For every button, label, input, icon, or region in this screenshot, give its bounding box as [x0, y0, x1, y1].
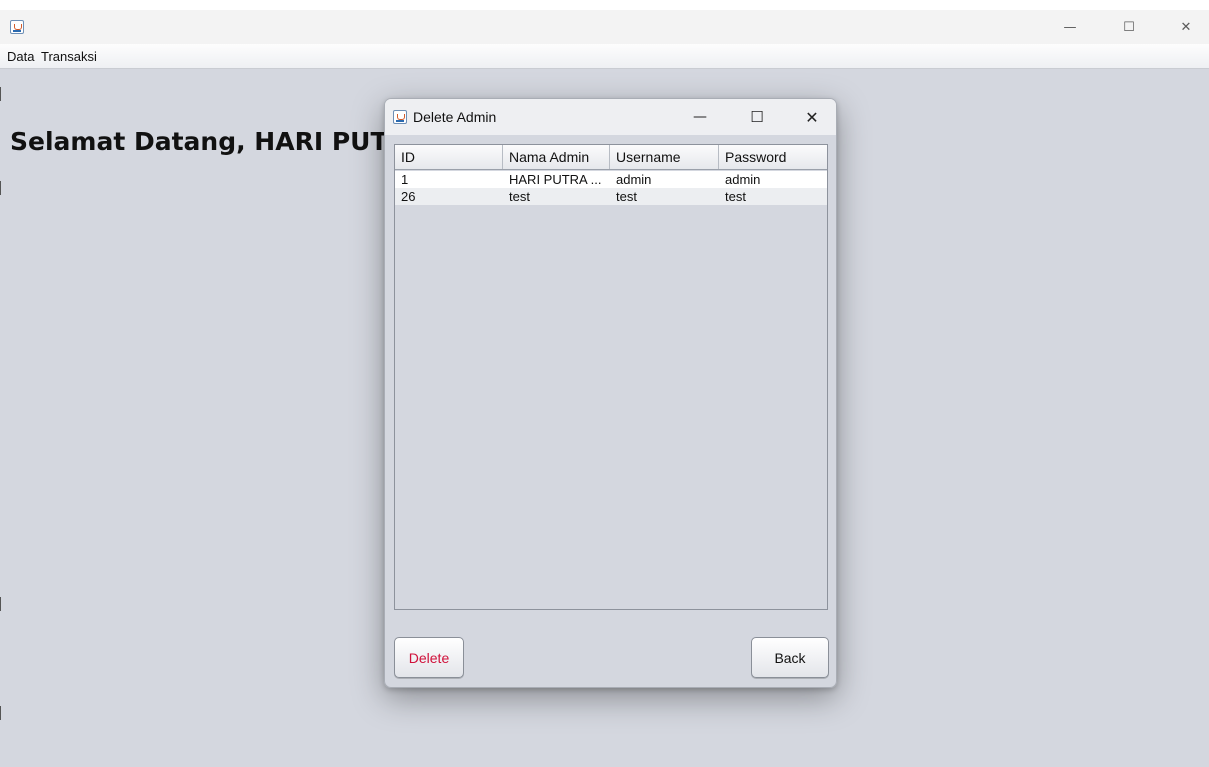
delete-button[interactable]: Delete: [394, 637, 464, 678]
column-header-username[interactable]: Username: [610, 145, 719, 169]
table-row[interactable]: 26 test test test: [395, 188, 827, 205]
cell-username: admin: [616, 172, 652, 187]
dialog-minimize-icon[interactable]: —: [680, 99, 720, 135]
dialog-close-icon[interactable]: ✕: [792, 99, 832, 135]
dialog-titlebar[interactable]: Delete Admin — ☐ ✕: [385, 99, 836, 135]
main-window-titlebar: — ☐ ✕: [0, 10, 1209, 44]
edge-marker: [0, 87, 1, 101]
cell-id: 1: [401, 172, 409, 187]
java-app-icon: [10, 20, 24, 34]
menu-transaksi[interactable]: Transaksi: [41, 49, 97, 64]
delete-admin-dialog: Delete Admin — ☐ ✕ ID Nama Admin Usernam…: [384, 98, 837, 688]
cell-password: test: [725, 189, 746, 204]
maximize-icon[interactable]: ☐: [1106, 10, 1152, 44]
java-app-icon: [393, 110, 407, 124]
edge-marker: [0, 706, 1, 720]
cell-password: admin: [725, 172, 761, 187]
welcome-heading: Selamat Datang, HARI PUTRA: [10, 127, 427, 156]
dialog-title: Delete Admin: [413, 109, 497, 125]
close-icon[interactable]: ✕: [1163, 10, 1209, 44]
column-header-id[interactable]: ID: [395, 145, 503, 169]
table-row[interactable]: 1 HARI PUTRA ... admin admin: [395, 171, 827, 188]
minimize-icon[interactable]: —: [1047, 10, 1093, 44]
cell-username: test: [616, 189, 637, 204]
column-header-nama-admin[interactable]: Nama Admin: [503, 145, 610, 169]
table-header: ID Nama Admin Username Password: [395, 145, 827, 170]
cell-nama-admin: HARI PUTRA ...: [509, 172, 602, 187]
menu-bar: Data Transaksi: [0, 44, 1209, 69]
admin-table[interactable]: ID Nama Admin Username Password 1 HARI P…: [394, 144, 828, 610]
cell-nama-admin: test: [509, 189, 530, 204]
dialog-maximize-icon[interactable]: ☐: [737, 99, 777, 135]
cell-id: 26: [401, 189, 416, 204]
edge-marker: [0, 597, 1, 611]
menu-data[interactable]: Data: [7, 49, 34, 64]
edge-marker: [0, 181, 1, 195]
back-button[interactable]: Back: [751, 637, 829, 678]
column-header-password[interactable]: Password: [719, 145, 827, 169]
